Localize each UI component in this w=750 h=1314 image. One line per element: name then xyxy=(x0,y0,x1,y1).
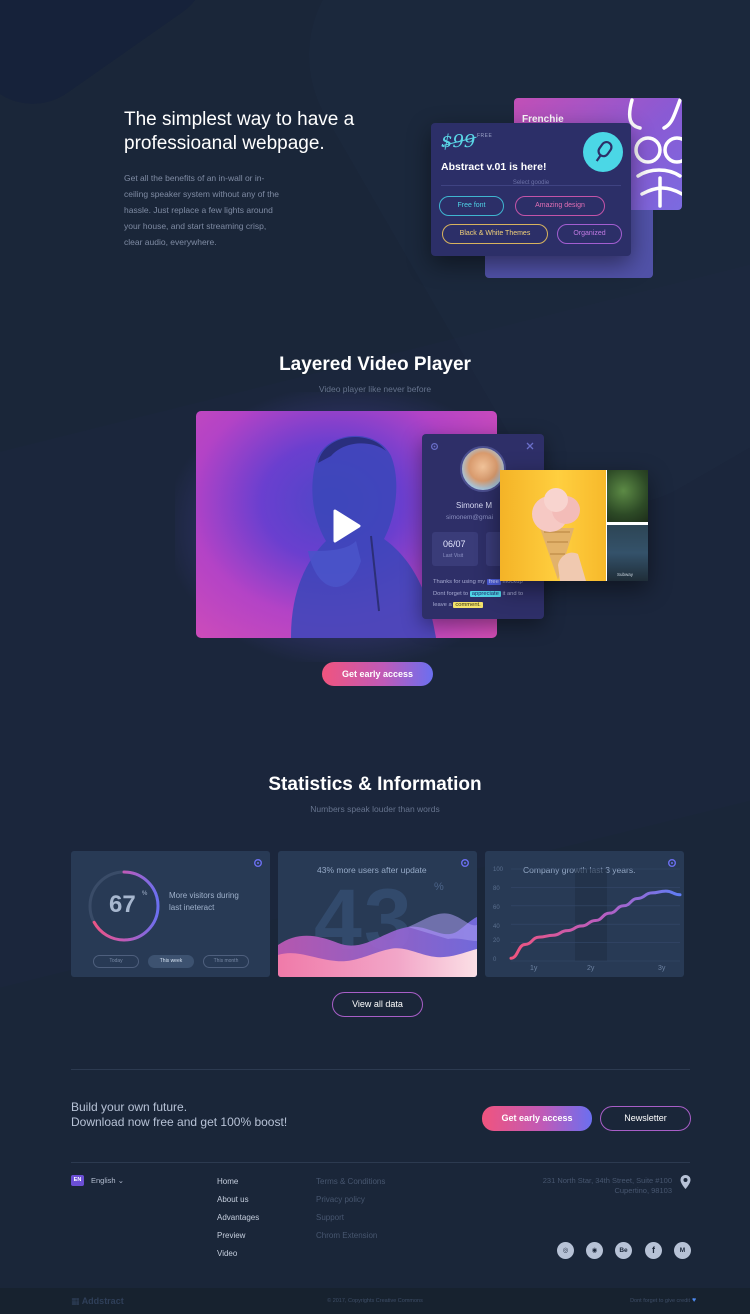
footer-link-video[interactable]: Video xyxy=(217,1249,237,1258)
language-selector[interactable]: English ⌄ xyxy=(91,1176,124,1185)
chip-free-font[interactable]: Free font xyxy=(439,196,504,216)
cta-text: Build your own future. Download now free… xyxy=(71,1100,287,1130)
stat-card-visitors: 67 % More visitors during last ineteract… xyxy=(71,851,270,977)
growth-highlight-band xyxy=(575,869,607,961)
footer-address: 231 North Star, 34th Street, Suite #100 … xyxy=(543,1176,672,1196)
footer-link-home[interactable]: Home xyxy=(217,1177,238,1186)
settings-icon[interactable] xyxy=(430,442,439,451)
address-line-1: 231 North Star, 34th Street, Suite #100 xyxy=(542,1176,672,1185)
gallery-main-photo[interactable] xyxy=(500,470,606,581)
hero-description: Get all the benefits of an in-wall or in… xyxy=(124,173,279,247)
behance-icon[interactable]: Be xyxy=(615,1242,632,1259)
video-section-title: Layered Video Player xyxy=(279,354,471,375)
promo-card: $99 FREE Abstract v.01 is here! Select g… xyxy=(431,123,631,256)
heart-icon: ♥ xyxy=(692,1297,697,1304)
gallery-thumb-plant[interactable] xyxy=(607,470,648,522)
users-wave-chart xyxy=(278,913,477,977)
location-pin-icon xyxy=(680,1175,691,1189)
visitors-description: More visitors during last ineteract xyxy=(169,891,239,912)
note-line-3: leave a comment. xyxy=(433,602,483,608)
free-label: FREE xyxy=(477,133,493,139)
last-visit-label: Last Visit xyxy=(443,553,464,559)
promo-title: Abstract v.01 is here! xyxy=(441,161,547,173)
tab-this-week[interactable]: This week xyxy=(148,955,194,968)
cta-get-early-access-button[interactable]: Get early access xyxy=(482,1106,592,1131)
visitors-percent-unit: % xyxy=(142,891,148,897)
popsicle-icon xyxy=(595,140,613,162)
settings-icon[interactable] xyxy=(253,858,263,868)
cta-line-2: Download now free and get 100% boost! xyxy=(71,1115,288,1129)
x-tick-2y: 2y xyxy=(587,965,595,972)
newsletter-button[interactable]: Newsletter xyxy=(600,1106,691,1131)
tag-comment: comment. xyxy=(453,602,483,608)
cta-divider-top xyxy=(71,1069,690,1070)
tag-free: free xyxy=(486,579,501,585)
users-caption: 43% more users after update xyxy=(317,865,427,875)
settings-icon[interactable] xyxy=(460,858,470,868)
photo-gallery[interactable]: Subway xyxy=(500,470,648,581)
visitors-percent-value: 67 xyxy=(109,891,136,918)
medium-icon[interactable]: M xyxy=(674,1242,691,1259)
tab-today[interactable]: Today xyxy=(93,955,139,968)
promo-subtitle: Select goodie xyxy=(512,180,550,186)
chip-organized[interactable]: Organized xyxy=(557,224,622,244)
close-icon[interactable] xyxy=(526,442,534,450)
hero-title: The simplest way to have a professioanal… xyxy=(124,109,355,154)
growth-line-chart xyxy=(509,868,682,962)
footer-link-advantages[interactable]: Advantages xyxy=(217,1213,259,1222)
chip-amazing-design[interactable]: Amazing design xyxy=(515,196,605,216)
gallery-thumb-subway[interactable]: Subway xyxy=(607,525,648,581)
stat-card-users: 43 % 43% more users after update xyxy=(278,851,477,977)
language-badge[interactable]: EN xyxy=(71,1175,84,1186)
footer-link-preview[interactable]: Preview xyxy=(217,1231,245,1240)
tab-this-month[interactable]: This month xyxy=(203,955,249,968)
credit-text: Dont forget to give credit xyxy=(630,1298,690,1304)
last-visit-box: 06/07 Last Visit xyxy=(432,532,478,566)
footer-link-support[interactable]: Support xyxy=(316,1213,344,1222)
profile-email: simonem@gmai xyxy=(446,514,494,521)
profile-name: Simone M xyxy=(456,501,493,510)
chip-black-white-themes[interactable]: Black & White Themes xyxy=(442,224,548,244)
tag-appreciate: appreciate xyxy=(469,591,501,597)
ice-cream-photo xyxy=(532,488,586,581)
note-line-2: Dont forget to appreciate it and to xyxy=(433,591,524,597)
cta-line-1: Build your own future. xyxy=(71,1100,188,1114)
x-tick-1y: 1y xyxy=(530,965,538,972)
last-visit-value: 06/07 xyxy=(443,539,466,549)
footer-link-terms[interactable]: Terms & Conditions xyxy=(316,1177,385,1186)
dribbble-icon[interactable]: ◎ xyxy=(557,1242,574,1259)
footer-link-extension[interactable]: Chrom Extension xyxy=(316,1231,377,1240)
gallery-caption: Subway xyxy=(617,572,634,577)
view-all-data-button[interactable]: View all data xyxy=(332,992,423,1017)
facebook-icon[interactable]: f xyxy=(645,1242,662,1259)
play-icon[interactable] xyxy=(332,509,362,543)
footer-link-privacy[interactable]: Privacy policy xyxy=(316,1195,365,1204)
get-early-access-button[interactable]: Get early access xyxy=(322,662,433,686)
stats-section-title: Statistics & Information xyxy=(268,774,482,795)
chevron-down-icon: ⌄ xyxy=(117,1176,124,1185)
popsicle-badge xyxy=(583,132,623,172)
stats-section-subtitle: Numbers speak louder than words xyxy=(310,804,440,814)
cta-divider-bottom xyxy=(71,1162,690,1163)
users-big-unit: % xyxy=(434,881,444,893)
footer-link-about[interactable]: About us xyxy=(217,1195,249,1204)
address-line-2: Cupertino, 98103 xyxy=(614,1186,672,1195)
stat-card-growth: Company growth last 3 years. 100 80 60 4… xyxy=(485,851,684,977)
instagram-icon[interactable]: ◉ xyxy=(586,1242,603,1259)
x-tick-3y: 3y xyxy=(658,965,666,972)
